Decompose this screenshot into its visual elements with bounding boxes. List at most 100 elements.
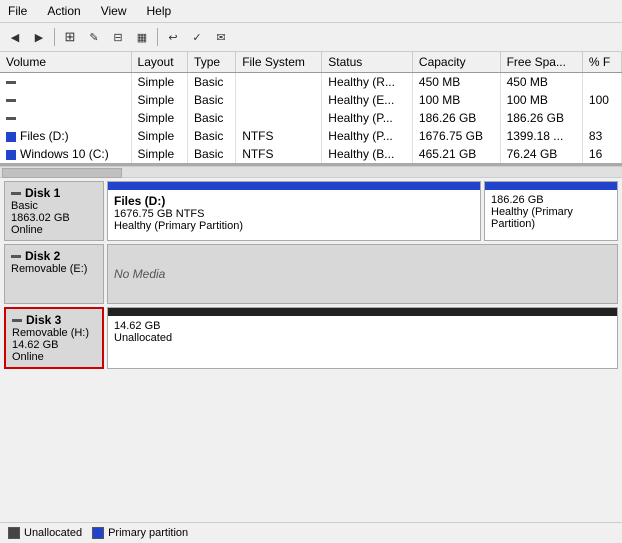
legend: Unallocated Primary partition xyxy=(0,522,622,543)
table-cell xyxy=(0,73,131,92)
legend-box-unallocated xyxy=(8,527,20,539)
disk-partitions: 14.62 GBUnallocated xyxy=(107,307,618,369)
table-cell: Simple xyxy=(131,127,188,145)
partition-status: Healthy (Primary Partition) xyxy=(491,206,611,230)
menu-file[interactable]: File xyxy=(4,2,31,20)
partition-name: Files (D:) xyxy=(114,194,474,208)
partition-status: Healthy (Primary Partition) xyxy=(114,220,474,232)
volume-icon xyxy=(6,132,16,142)
toolbar-forward[interactable]: ▶ xyxy=(28,26,50,48)
disk-size: 14.62 GB xyxy=(12,339,96,351)
table-cell: 83 xyxy=(582,127,621,145)
table-cell: Simple xyxy=(131,73,188,92)
col-capacity: Capacity xyxy=(412,52,500,73)
partition[interactable]: 14.62 GBUnallocated xyxy=(107,307,618,369)
toolbar-sep1 xyxy=(54,28,55,46)
table-row[interactable]: Files (D:)SimpleBasicNTFSHealthy (P...16… xyxy=(0,127,622,145)
disk-label[interactable]: Disk 3Removable (H:)14.62 GBOnline xyxy=(4,307,104,369)
disk-row: Disk 3Removable (H:)14.62 GBOnline14.62 … xyxy=(4,307,618,369)
col-percent: % F xyxy=(582,52,621,73)
table-cell: Healthy (P... xyxy=(322,127,413,145)
partition-size: 186.26 GB xyxy=(491,194,611,206)
legend-label-unallocated: Unallocated xyxy=(24,527,82,539)
disk-label[interactable]: Disk 1Basic1863.02 GBOnline xyxy=(4,181,104,241)
partition-status: Unallocated xyxy=(114,332,611,344)
table-cell: 1399.18 ... xyxy=(500,127,582,145)
toolbar-remove[interactable]: ⊟ xyxy=(107,26,129,48)
table-cell: 100 MB xyxy=(412,91,500,109)
disk-name: Disk 3 xyxy=(12,313,96,327)
table-cell: 450 MB xyxy=(500,73,582,92)
table-cell: 450 MB xyxy=(412,73,500,92)
table-cell: 186.26 GB xyxy=(500,109,582,127)
partition-icon xyxy=(6,99,16,102)
partition-size: 1676.75 GB NTFS xyxy=(114,208,474,220)
scrollbar-thumb[interactable] xyxy=(2,168,122,178)
col-status: Status xyxy=(322,52,413,73)
menu-view[interactable]: View xyxy=(97,2,131,20)
disk-name: Disk 2 xyxy=(11,249,97,263)
disk-icon xyxy=(11,255,21,258)
table-cell xyxy=(0,109,131,127)
toolbar-sep2 xyxy=(157,28,158,46)
toolbar-edit[interactable]: ✎ xyxy=(83,26,105,48)
disk-status: Online xyxy=(11,224,97,236)
table-cell: Healthy (R... xyxy=(322,73,413,92)
disk-row: Disk 1Basic1863.02 GBOnlineFiles (D:)167… xyxy=(4,181,618,241)
table-row[interactable]: Windows 10 (C:)SimpleBasicNTFSHealthy (B… xyxy=(0,145,622,163)
table-cell: Basic xyxy=(188,145,236,163)
partition-icon xyxy=(6,117,16,120)
toolbar-mail[interactable]: ✉ xyxy=(210,26,232,48)
table-cell: 100 MB xyxy=(500,91,582,109)
disk-name: Disk 1 xyxy=(11,186,97,200)
table-cell: Windows 10 (C:) xyxy=(0,145,131,163)
partition[interactable]: 186.26 GBHealthy (Primary Partition) xyxy=(484,181,618,241)
partition[interactable]: Files (D:)1676.75 GB NTFSHealthy (Primar… xyxy=(107,181,481,241)
legend-box-primary xyxy=(92,527,104,539)
disk-area: Disk 1Basic1863.02 GBOnlineFiles (D:)167… xyxy=(0,178,622,522)
table-cell: Healthy (B... xyxy=(322,145,413,163)
col-volume: Volume xyxy=(0,52,131,73)
disk-icon xyxy=(12,319,22,322)
disk-no-media: No Media xyxy=(107,244,618,304)
table-cell: NTFS xyxy=(236,127,322,145)
table-cell: Basic xyxy=(188,73,236,92)
table-cell xyxy=(236,91,322,109)
horizontal-scrollbar[interactable] xyxy=(0,166,622,178)
toolbar-properties[interactable]: ⊞ xyxy=(59,26,81,48)
table-cell xyxy=(236,73,322,92)
table-cell: Simple xyxy=(131,109,188,127)
toolbar-undo[interactable]: ↩ xyxy=(162,26,184,48)
table-row[interactable]: SimpleBasicHealthy (R...450 MB450 MB xyxy=(0,73,622,92)
table-cell: 100 xyxy=(582,91,621,109)
col-filesystem: File System xyxy=(236,52,322,73)
table-row[interactable]: SimpleBasicHealthy (P...186.26 GB186.26 … xyxy=(0,109,622,127)
partition-icon xyxy=(6,81,16,84)
col-type: Type xyxy=(188,52,236,73)
menu-bar: File Action View Help xyxy=(0,0,622,23)
toolbar-grid[interactable]: ▦ xyxy=(131,26,153,48)
table-cell xyxy=(582,109,621,127)
menu-action[interactable]: Action xyxy=(43,2,84,20)
toolbar-check[interactable]: ✓ xyxy=(186,26,208,48)
col-layout: Layout xyxy=(131,52,188,73)
table-cell: Files (D:) xyxy=(0,127,131,145)
table-cell: 465.21 GB xyxy=(412,145,500,163)
col-freespace: Free Spa... xyxy=(500,52,582,73)
menu-help[interactable]: Help xyxy=(143,2,176,20)
disk-type: Basic xyxy=(11,200,97,212)
table-cell: Healthy (E... xyxy=(322,91,413,109)
table-cell: 16 xyxy=(582,145,621,163)
table-cell xyxy=(582,73,621,92)
disk-row: Disk 2Removable (E:)No Media xyxy=(4,244,618,304)
disk-label[interactable]: Disk 2Removable (E:) xyxy=(4,244,104,304)
table-cell: Basic xyxy=(188,109,236,127)
table-cell: NTFS xyxy=(236,145,322,163)
toolbar-back[interactable]: ◀ xyxy=(4,26,26,48)
disk-partitions: Files (D:)1676.75 GB NTFSHealthy (Primar… xyxy=(107,181,618,241)
disk-type: Removable (E:) xyxy=(11,263,97,275)
table-row[interactable]: SimpleBasicHealthy (E...100 MB100 MB100 xyxy=(0,91,622,109)
legend-label-primary: Primary partition xyxy=(108,527,188,539)
table-cell: 76.24 GB xyxy=(500,145,582,163)
legend-primary: Primary partition xyxy=(92,527,188,539)
